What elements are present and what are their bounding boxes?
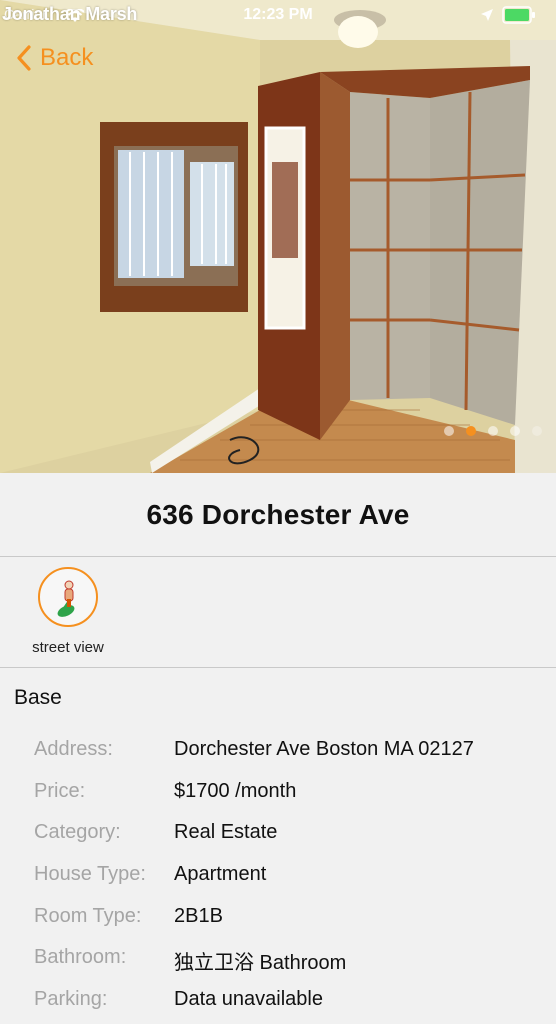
location-arrow-icon (480, 7, 494, 27)
chevron-left-icon (17, 45, 31, 71)
battery-icon (502, 6, 536, 29)
listing-header: 636 Dorchester Ave (0, 473, 556, 557)
detail-label: Price: (34, 779, 86, 802)
page-dot[interactable] (532, 426, 542, 436)
detail-row-price: Price: $1700 /month (0, 772, 556, 814)
detail-value: Apartment (174, 863, 267, 886)
detail-row-address: Address: Dorchester Ave Boston MA 02127 (0, 730, 556, 772)
listing-title: 636 Dorchester Ave (146, 498, 410, 530)
detail-label: Bathroom: (34, 946, 127, 969)
detail-label: Room Type: (34, 904, 142, 927)
detail-row-parking: Parking: Data unavailable (0, 980, 556, 1022)
back-button[interactable]: Back (16, 42, 93, 74)
detail-row-house-type: House Type: Apartment (0, 855, 556, 897)
detail-value: 2B1B (174, 904, 223, 927)
detail-row-category: Category: Real Estate (0, 813, 556, 855)
detail-label: Address: (34, 738, 113, 760)
page-dot-active[interactable] (466, 426, 476, 436)
details-list: Address: Dorchester Ave Boston MA 02127 … (0, 730, 556, 1022)
street-view-button[interactable]: street view (20, 567, 116, 663)
status-bar: Carrier Jonathan Marsh 12:23 PM (0, 0, 556, 30)
actions-row: street view (0, 557, 556, 668)
detail-row-room-type: Room Type: 2B1B (0, 897, 556, 939)
back-label: Back (40, 44, 94, 71)
detail-label: Category: (34, 821, 121, 844)
status-time: 12:23 PM (243, 6, 313, 23)
listing-photo[interactable]: Carrier Jonathan Marsh 12:23 PM Back (0, 0, 556, 473)
detail-value: Dorchester Ave Boston MA 02127 (174, 738, 474, 760)
street-view-icon (38, 567, 98, 627)
street-view-label: street view (32, 639, 104, 656)
detail-value: Real Estate (174, 821, 278, 844)
detail-value: Data unavailable (174, 988, 323, 1011)
detail-row-bathroom: Bathroom: 独立卫浴 Bathroom (0, 938, 556, 980)
page-dot[interactable] (510, 426, 520, 436)
section-title: Base (14, 686, 62, 709)
detail-value: $1700 /month (174, 779, 297, 802)
detail-label: Parking: (34, 988, 108, 1011)
detail-value: 独立卫浴 Bathroom (174, 952, 347, 975)
gallery-page-indicator[interactable] (444, 426, 542, 436)
detail-label: House Type: (34, 863, 146, 886)
page-dot[interactable] (444, 426, 454, 436)
listing-detail-screen: Carrier Jonathan Marsh 12:23 PM Back 636… (0, 0, 556, 1024)
page-dot[interactable] (488, 426, 498, 436)
